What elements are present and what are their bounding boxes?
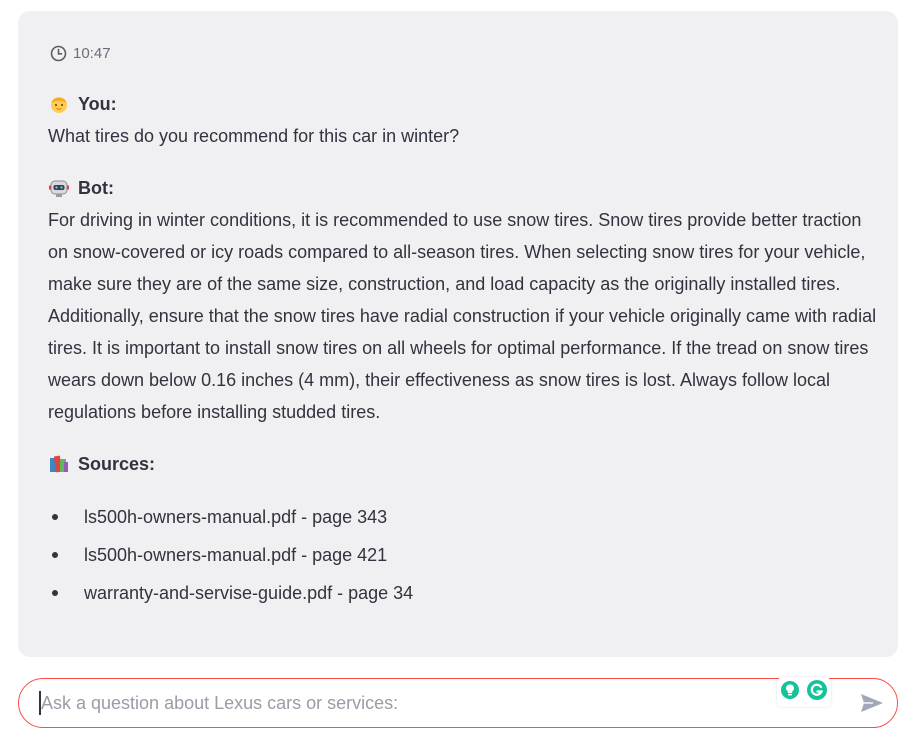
source-item: ls500h-owners-manual.pdf - page 421	[48, 537, 413, 575]
books-emoji-icon	[48, 453, 70, 475]
user-message-text: What tires do you recommend for this car…	[48, 126, 460, 146]
sources-label: Sources:	[78, 453, 156, 474]
lightbulb-extension-icon[interactable]	[780, 680, 800, 705]
send-icon	[861, 694, 883, 712]
person-emoji-icon	[48, 93, 70, 115]
sources-list: ls500h-owners-manual.pdf - page 343 ls50…	[48, 499, 413, 613]
chat-input-container	[18, 677, 898, 728]
message-timestamp: 10:47	[50, 45, 111, 62]
user-label: You:	[78, 93, 117, 114]
timestamp-text: 10:47	[73, 45, 111, 62]
user-speaker-label: You:	[48, 93, 117, 115]
bot-speaker-label: Bot:	[48, 177, 114, 199]
sources-heading: Sources:	[48, 453, 155, 475]
grammarly-icon[interactable]	[806, 679, 828, 706]
send-button[interactable]	[859, 691, 885, 715]
bot-message-text: For driving in winter conditions, it is …	[48, 210, 877, 422]
robot-emoji-icon	[48, 177, 70, 199]
browser-extension-icons	[777, 677, 831, 707]
text-caret	[39, 691, 41, 715]
chat-message-card: 10:47 You: What tires do you recommend f…	[18, 11, 898, 657]
chat-input[interactable]	[39, 687, 763, 719]
source-item: ls500h-owners-manual.pdf - page 343	[48, 499, 413, 537]
bot-label: Bot:	[78, 177, 114, 198]
clock-icon	[50, 45, 67, 62]
source-item: warranty-and-servise-guide.pdf - page 34	[48, 575, 413, 613]
